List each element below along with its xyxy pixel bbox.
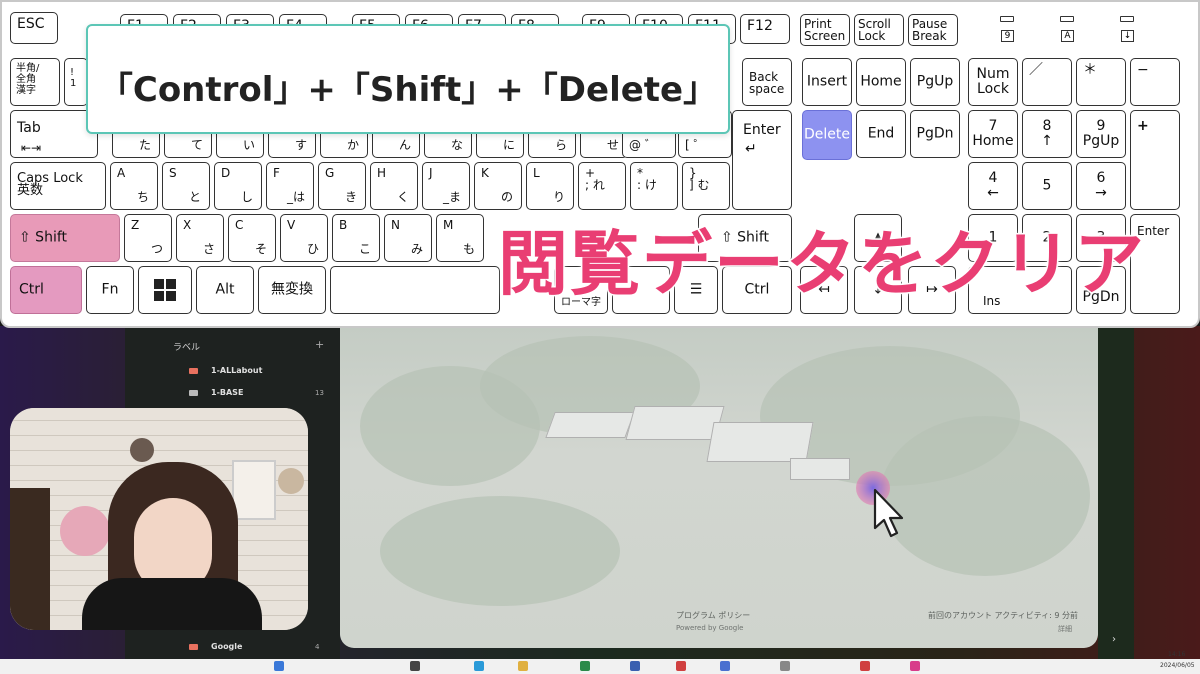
powered-by-text: Powered by Google: [676, 624, 744, 632]
label-count: 13: [315, 389, 324, 397]
key-g: Gき: [318, 162, 366, 210]
key-enter: Enter ↵: [732, 110, 792, 210]
key-l: Lり: [526, 162, 574, 210]
led-numlock-label: 9: [1001, 30, 1014, 42]
key-colon: * : け: [630, 162, 678, 210]
label-tag-icon: [189, 368, 198, 374]
key-rbracket: } ] む: [682, 162, 730, 210]
details-link[interactable]: 詳細: [1058, 624, 1072, 634]
side-panel-strip: [1098, 326, 1134, 661]
taskbar-app-icon[interactable]: [780, 661, 790, 671]
key-z: Zつ: [124, 214, 172, 262]
key-1: ! 1: [64, 58, 88, 106]
key-k: Kの: [474, 162, 522, 210]
label-tag-icon: [189, 390, 198, 396]
sidebar-label-google[interactable]: Google: [211, 642, 242, 651]
account-activity-text: 前回のアカウント アクティビティ: 9 分前: [928, 611, 1079, 620]
background-photo: プログラム ポリシー Powered by Google 前回のアカウント アク…: [340, 326, 1098, 648]
add-label-button[interactable]: +: [315, 338, 324, 351]
windows-logo-icon: [154, 279, 176, 301]
key-capslock: Caps Lock 英数: [10, 162, 106, 210]
key-numlock: Num Lock: [968, 58, 1018, 106]
key-b: Bこ: [332, 214, 380, 262]
taskbar-app-icon[interactable]: [580, 661, 590, 671]
key-d: Dし: [214, 162, 262, 210]
clock-date: 2024/06/05: [1160, 662, 1195, 669]
key-num-slash: ／: [1022, 58, 1072, 106]
key-f: F _は: [266, 162, 314, 210]
key-end: End: [856, 110, 906, 158]
label-count: 4: [315, 643, 320, 651]
key-alt: Alt: [196, 266, 254, 314]
key-space: [330, 266, 500, 314]
key-x: Xさ: [176, 214, 224, 262]
key-num-star: ＊: [1076, 58, 1126, 106]
chevron-right-icon[interactable]: ›: [1112, 634, 1116, 645]
key-num5: 5: [1022, 162, 1072, 210]
taskbar-app-icon[interactable]: [676, 661, 686, 671]
key-num-minus: −: [1130, 58, 1180, 106]
key-semicolon: + ; れ: [578, 162, 626, 210]
webcam-overlay: [10, 408, 308, 630]
program-policy-link[interactable]: プログラム ポリシー: [676, 610, 750, 621]
key-m: Mも: [436, 214, 484, 262]
key-pgup: PgUp: [910, 58, 960, 106]
key-j: J _ま: [422, 162, 470, 210]
key-backspace: Back space: [742, 58, 792, 106]
taskbar-app-icon[interactable]: [860, 661, 870, 671]
led-indicator: [1060, 16, 1074, 22]
key-num-plus: +: [1130, 110, 1180, 210]
key-ctrl-left: Ctrl: [10, 266, 82, 314]
clock-time: 14:16: [1168, 651, 1186, 658]
key-print-screen: Print Screen: [800, 14, 850, 46]
keyboard-diagram: ESC F1 F2 F3 F4 F5 F6 F7 F8 F9 F10 F11 F…: [0, 0, 1200, 328]
key-hankaku: 半角/ 全角 漢字: [10, 58, 60, 106]
key-a: Aち: [110, 162, 158, 210]
taskbar-app-icon[interactable]: [410, 661, 420, 671]
key-num7: 7 Home: [968, 110, 1018, 158]
key-fn: Fn: [86, 266, 134, 314]
taskbar: [0, 659, 1200, 674]
taskbar-app-icon[interactable]: [910, 661, 920, 671]
taskbar-app-icon[interactable]: [518, 661, 528, 671]
key-n: Nみ: [384, 214, 432, 262]
key-f12: F12: [740, 14, 790, 44]
key-c: Cそ: [228, 214, 276, 262]
led-indicator: [1120, 16, 1134, 22]
taskbar-app-icon[interactable]: [474, 661, 484, 671]
key-scroll-lock: Scroll Lock: [854, 14, 904, 46]
key-shift-left: ⇧ Shift: [10, 214, 120, 262]
caption-clear-browsing-data: 閲覧データをクリア: [497, 222, 1146, 307]
key-delete: Delete: [802, 110, 852, 160]
key-pgdn: PgDn: [910, 110, 960, 158]
shortcut-combo-box: 「Control」+「Shift」+「Delete」: [86, 24, 730, 134]
key-num4: 4 ←: [968, 162, 1018, 210]
key-num8: 8 ↑: [1022, 110, 1072, 158]
key-esc: ESC: [10, 12, 58, 44]
key-num9: 9 PgUp: [1076, 110, 1126, 158]
labels-header: ラベル: [173, 343, 201, 353]
key-pause: Pause Break: [908, 14, 958, 46]
key-insert: Insert: [802, 58, 852, 106]
start-icon[interactable]: [274, 661, 284, 671]
key-tab: Tab ⇤⇥: [10, 110, 98, 158]
key-h: Hく: [370, 162, 418, 210]
key-v: Vひ: [280, 214, 328, 262]
led-capslock-label: A: [1061, 30, 1074, 42]
shortcut-combo-text: 「Control」+「Shift」+「Delete」: [98, 70, 718, 110]
key-muhenkan: 無変換: [258, 266, 326, 314]
taskbar-app-icon[interactable]: [720, 661, 730, 671]
led-indicator: [1000, 16, 1014, 22]
key-windows: [138, 266, 192, 314]
key-s: Sと: [162, 162, 210, 210]
mouse-pointer-icon: [856, 471, 904, 538]
taskbar-app-icon[interactable]: [630, 661, 640, 671]
key-num6: 6 →: [1076, 162, 1126, 210]
label-tag-icon: [189, 644, 198, 650]
sidebar-label-allabout[interactable]: 1-ALLabout: [211, 366, 262, 375]
led-scrolllock-label: ↓: [1121, 30, 1134, 42]
key-home: Home: [856, 58, 906, 106]
sidebar-label-base[interactable]: 1-BASE: [211, 388, 243, 397]
